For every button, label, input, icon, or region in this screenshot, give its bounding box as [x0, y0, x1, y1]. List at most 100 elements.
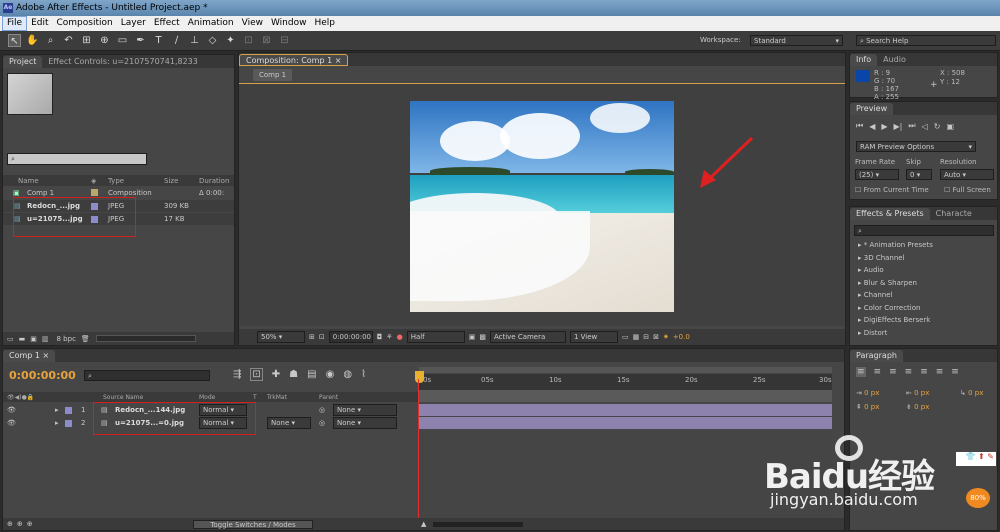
ram-preview-icon[interactable]: ▣ [946, 122, 954, 131]
menu-help[interactable]: Help [310, 17, 339, 30]
comp-viewer[interactable] [239, 83, 845, 326]
pen-tool-icon[interactable]: ✒ [134, 34, 147, 47]
indent-first-line[interactable]: ↳ 0 px [960, 389, 983, 397]
expand-modes-icon[interactable]: ⊕ [17, 520, 23, 528]
comp-timecode[interactable]: 0:00:00:00 [328, 331, 373, 343]
menu-animation[interactable]: Animation [184, 17, 238, 30]
trash-icon[interactable]: 🗑 [81, 335, 90, 343]
hand-tool-icon[interactable]: ✋ [26, 34, 39, 47]
timeline-icon[interactable]: ⊟ [643, 333, 649, 341]
column-parent[interactable]: Parent [319, 394, 338, 401]
play-icon[interactable]: ▶ [881, 122, 887, 131]
timeline-timecode[interactable]: 0:00:00:00 [9, 369, 76, 382]
full-screen-checkbox[interactable]: ☐ Full Screen [944, 186, 991, 194]
camera-tool-icon[interactable]: ⊞ [80, 34, 93, 47]
bpc-label[interactable]: 8 bpc [57, 335, 76, 343]
menu-window[interactable]: Window [267, 17, 311, 30]
frame-blending-icon[interactable]: ▤ [307, 369, 316, 380]
tab-audio[interactable]: Audio [877, 54, 912, 66]
expand-arrow-icon[interactable]: ▸ [55, 419, 59, 427]
resolution-preview-dropdown[interactable]: Auto ▾ [940, 169, 994, 180]
zoom-tool-icon[interactable]: ⌕ [44, 34, 57, 47]
layer-duration-bar[interactable] [419, 417, 832, 429]
axis-mode-icon[interactable]: ⊡ [242, 34, 255, 47]
layer-parent-dropdown[interactable]: None ▾ [333, 404, 397, 416]
justify-all-icon[interactable]: ≡ [951, 367, 959, 377]
selection-tool-icon[interactable]: ↖ [8, 34, 21, 47]
comp-subtab[interactable]: Comp 1 [253, 69, 293, 81]
show-snapshot-icon[interactable]: ⚘ [386, 333, 392, 341]
space-after[interactable]: ⇟ 0 px [906, 403, 929, 411]
align-center-icon[interactable]: ≡ [874, 367, 882, 377]
effects-list-item[interactable]: ▸ * Animation Presets [850, 239, 997, 252]
column-type[interactable]: Type [108, 177, 124, 185]
column-duration[interactable]: Duration [199, 177, 229, 185]
from-current-checkbox[interactable]: ☐ From Current Time [855, 186, 929, 194]
effects-list-item[interactable]: ▸ Audio [850, 264, 997, 277]
effects-list-item[interactable]: ▸ 3D Channel [850, 252, 997, 265]
project-scrollbar[interactable] [95, 335, 196, 342]
hide-shy-layers-icon[interactable]: ☗ [289, 369, 298, 380]
previous-frame-icon[interactable]: ◀ [869, 122, 875, 131]
first-frame-icon[interactable]: ⏮ [856, 121, 863, 131]
next-frame-icon[interactable]: ▶| [894, 122, 903, 131]
skip-dropdown[interactable]: 0 ▾ [906, 169, 932, 180]
ram-preview-dropdown[interactable]: RAM Preview Options ▾ [856, 141, 976, 152]
indent-left[interactable]: ⇥ 0 px [856, 389, 879, 397]
layer-duration-bar[interactable] [419, 404, 832, 416]
tab-composition[interactable]: Composition: Comp 1 × [239, 54, 349, 66]
eye-icon[interactable]: 👁 [7, 406, 16, 414]
tab-info[interactable]: Info [850, 54, 878, 66]
space-before[interactable]: ⇞ 0 px [856, 403, 879, 411]
justify-left-icon[interactable]: ≡ [905, 367, 913, 377]
close-icon[interactable]: × [335, 56, 342, 65]
menu-effect[interactable]: Effect [150, 17, 184, 30]
menu-edit[interactable]: Edit [27, 17, 52, 30]
project-search-input[interactable]: ⌕ [7, 153, 147, 165]
effects-list-item[interactable]: ▸ Distort [850, 327, 997, 340]
region-of-interest-icon[interactable]: ▣ [469, 333, 476, 341]
eraser-tool-icon[interactable]: ◇ [206, 34, 219, 47]
pickwhip-icon[interactable]: ◎ [319, 419, 325, 427]
indent-right[interactable]: ⇤ 0 px [906, 389, 929, 397]
new-composition-icon[interactable]: ▣ [30, 335, 37, 343]
view-layout-dropdown[interactable]: 1 View [569, 331, 618, 343]
layer-trkmat-dropdown[interactable]: None ▾ [267, 417, 311, 429]
column-trkmat[interactable]: TrkMat [267, 394, 287, 401]
pixel-aspect-icon[interactable]: ▭ [622, 333, 629, 341]
column-size[interactable]: Size [164, 177, 178, 185]
puppet-pin-tool-icon[interactable]: ✦ [224, 34, 237, 47]
tab-character[interactable]: Characte [930, 208, 978, 220]
timeline-search-input[interactable]: ⌕ [84, 370, 210, 381]
layer-parent-dropdown[interactable]: None ▾ [333, 417, 397, 429]
menu-layer[interactable]: Layer [117, 17, 150, 30]
rectangle-tool-icon[interactable]: ▭ [116, 34, 129, 47]
motion-blur-icon[interactable]: ◉ [326, 369, 335, 380]
column-mode[interactable]: Mode [199, 394, 215, 401]
last-frame-icon[interactable]: ⏭ [908, 121, 915, 131]
align-right-icon[interactable]: ≡ [889, 367, 897, 377]
align-left-icon[interactable]: ≡ [856, 367, 866, 377]
tab-paragraph[interactable]: Paragraph [850, 350, 903, 362]
effects-list-item[interactable]: ▸ DigiEffects Berserk [850, 314, 997, 327]
zoom-dropdown[interactable]: 50% ▾ [257, 331, 305, 343]
column-t[interactable]: T [253, 394, 257, 401]
current-time-indicator[interactable] [415, 371, 424, 383]
tab-effects-presets[interactable]: Effects & Presets [850, 208, 930, 220]
workspace-dropdown[interactable]: Standard ▾ [750, 35, 843, 46]
effects-list-item[interactable]: ▸ Blur & Sharpen [850, 277, 997, 290]
interpret-footage-icon[interactable]: ▭ [7, 335, 14, 343]
comp-flowchart-icon[interactable]: ⊠ [653, 333, 659, 341]
brainstorm-icon[interactable]: ◍ [343, 369, 352, 380]
brush-tool-icon[interactable]: ∕ [170, 34, 183, 47]
column-name[interactable]: Name [18, 177, 39, 185]
color-channel-icon[interactable]: ● [397, 333, 403, 341]
exposure-icon[interactable]: ✷ [663, 333, 669, 341]
transparency-grid-icon[interactable]: ▩ [479, 333, 486, 341]
exposure-value[interactable]: +0.0 [673, 333, 690, 341]
expand-arrow-icon[interactable]: ▸ [55, 406, 59, 414]
axis-world-icon[interactable]: ⊠ [260, 34, 273, 47]
live-update-icon[interactable]: ⊡ [250, 368, 263, 381]
grid-icon[interactable]: ⊡ [319, 333, 325, 341]
effects-list-item[interactable]: ▸ Channel [850, 289, 997, 302]
